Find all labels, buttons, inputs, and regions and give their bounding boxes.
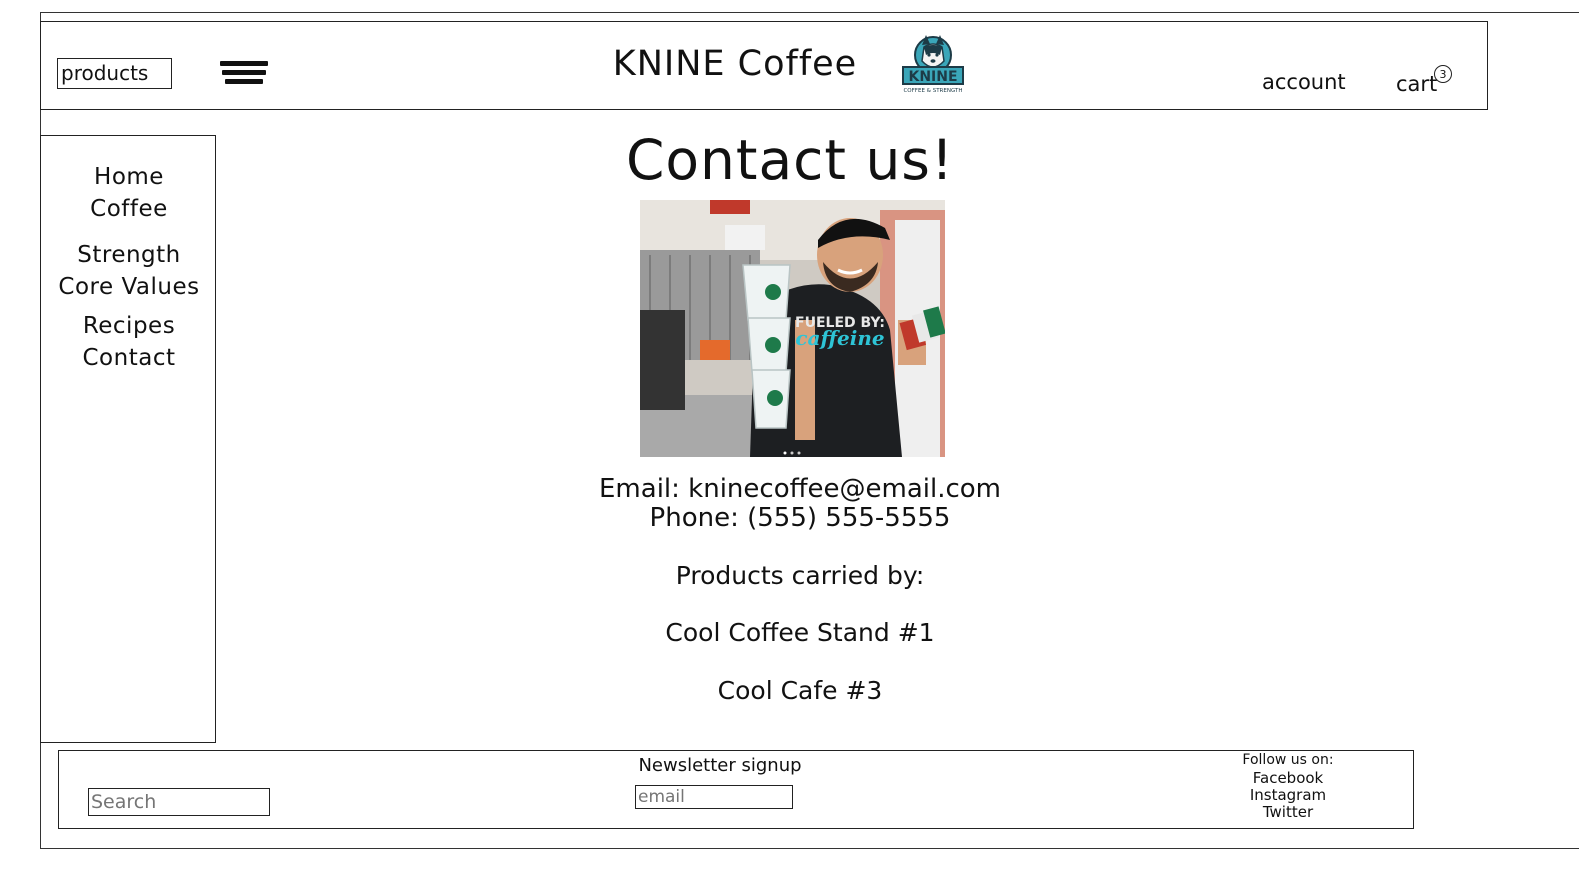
account-link[interactable]: account [1262, 70, 1346, 94]
contact-phone: Phone: (555) 555-5555 [649, 503, 951, 533]
sidebar-item-home[interactable]: Home [41, 164, 217, 190]
sidebar-item-contact[interactable]: Contact [41, 345, 217, 371]
instagram-link[interactable]: Instagram [1218, 787, 1358, 804]
contact-photo: FUELED BY: caffeine [640, 200, 945, 457]
hamburger-icon[interactable] [220, 61, 268, 85]
logo-subtext: COFFEE & STRENGTH [903, 88, 962, 94]
products-button[interactable]: products [57, 58, 172, 89]
store-item: Cool Coffee Stand #1 [665, 618, 935, 647]
site-title: KNINE Coffee [612, 44, 858, 84]
follow-us-label: Follow us on: [1242, 752, 1334, 768]
twitter-link[interactable]: Twitter [1218, 804, 1358, 821]
contact-email: Email: kninecoffee@email.com [599, 474, 1001, 504]
newsletter-label: Newsletter signup [638, 755, 802, 776]
sidebar-nav: Home Coffee Strength Core Values Recipes… [40, 135, 216, 743]
sidebar-item-recipes[interactable]: Recipes [41, 313, 217, 339]
store-item: Cool Cafe #3 [717, 676, 883, 705]
sidebar-item-coffee[interactable]: Coffee [41, 196, 217, 222]
cart-count-badge: 3 [1434, 65, 1452, 83]
husky-logo-icon[interactable]: KNINE COFFEE & STRENGTH [902, 33, 964, 95]
sidebar-item-strength[interactable]: Strength [41, 242, 217, 268]
sidebar-item-core-values[interactable]: Core Values [41, 274, 217, 300]
newsletter-email-input[interactable] [635, 785, 793, 809]
search-input[interactable] [88, 788, 270, 816]
page-title: Contact us! [625, 128, 955, 192]
carried-by-heading: Products carried by: [675, 561, 925, 590]
hamburger-bar [222, 70, 266, 75]
facebook-link[interactable]: Facebook [1218, 770, 1358, 787]
hamburger-bar [220, 61, 268, 66]
shirt-script-text: caffeine [795, 326, 884, 350]
cart-link[interactable]: cart [1396, 72, 1437, 96]
hamburger-bar [225, 79, 263, 84]
logo-text: KNINE [908, 69, 957, 85]
